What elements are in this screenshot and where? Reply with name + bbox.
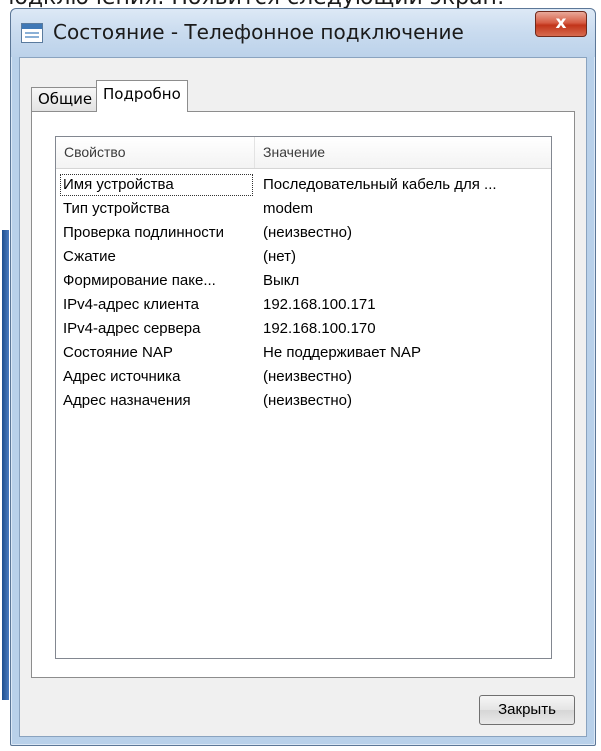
value-cell: (неизвестно) xyxy=(263,368,353,385)
status-dialog: Состояние - Телефонное подключение x Общ… xyxy=(10,8,596,746)
value-cell: (неизвестно) xyxy=(263,392,353,409)
table-row[interactable]: Имя устройства Последовательный кабель д… xyxy=(56,173,551,197)
table-row[interactable]: Формирование паке... Выкл xyxy=(56,269,551,293)
table-row[interactable]: IPv4-адрес сервера 192.168.100.170 xyxy=(56,317,551,341)
table-row[interactable]: Состояние NAP Не поддерживает NAP xyxy=(56,341,551,365)
property-cell: Сжатие xyxy=(63,248,116,265)
property-cell: Проверка подлинности xyxy=(63,224,225,241)
table-row[interactable]: Адрес источника (неизвестно) xyxy=(56,365,551,389)
property-cell: IPv4-адрес клиента xyxy=(63,296,199,313)
property-cell: Адрес назначения xyxy=(63,392,191,409)
title-bar[interactable]: Состояние - Телефонное подключение x xyxy=(11,9,595,57)
column-header-value[interactable]: Значение xyxy=(255,137,553,168)
window-title: Состояние - Телефонное подключение xyxy=(53,20,464,44)
details-list[interactable]: Свойство Значение Имя устройства Последо… xyxy=(55,136,552,659)
dialog-client-area: Общие Подробно Свойство Значение Имя уст… xyxy=(19,57,587,737)
list-header: Свойство Значение xyxy=(56,137,551,169)
property-cell: Состояние NAP xyxy=(63,344,173,361)
value-cell: Последовательный кабель для ... xyxy=(263,176,497,193)
property-cell: Имя устройства xyxy=(59,173,254,197)
value-cell: modem xyxy=(263,200,314,217)
value-cell: (неизвестно) xyxy=(263,224,353,241)
close-button[interactable]: Закрыть xyxy=(479,695,575,725)
value-cell: 192.168.100.170 xyxy=(263,320,376,337)
window-close-button[interactable]: x xyxy=(535,11,587,37)
connection-window-icon xyxy=(21,23,43,43)
property-cell: Формирование паке... xyxy=(63,272,216,289)
value-cell: 192.168.100.171 xyxy=(263,296,376,313)
value-cell: Выкл xyxy=(263,272,300,289)
tab-general[interactable]: Общие xyxy=(31,87,100,111)
table-row[interactable]: Адрес назначения (неизвестно) xyxy=(56,389,551,413)
property-cell: Тип устройства xyxy=(63,200,170,217)
table-row[interactable]: Проверка подлинности (неизвестно) xyxy=(56,221,551,245)
column-header-property[interactable]: Свойство xyxy=(56,137,255,168)
property-cell: Адрес источника xyxy=(63,368,181,385)
value-cell: (нет) xyxy=(263,248,296,265)
table-row[interactable]: IPv4-адрес клиента 192.168.100.171 xyxy=(56,293,551,317)
value-cell: Не поддерживает NAP xyxy=(263,344,421,361)
background-strip xyxy=(0,0,10,751)
tab-panel-details: Свойство Значение Имя устройства Последо… xyxy=(31,111,575,678)
taskbar-edge xyxy=(2,230,9,700)
property-cell: IPv4-адрес сервера xyxy=(63,320,201,337)
table-row[interactable]: Тип устройства modem xyxy=(56,197,551,221)
tab-details[interactable]: Подробно xyxy=(96,80,188,112)
table-row[interactable]: Сжатие (нет) xyxy=(56,245,551,269)
